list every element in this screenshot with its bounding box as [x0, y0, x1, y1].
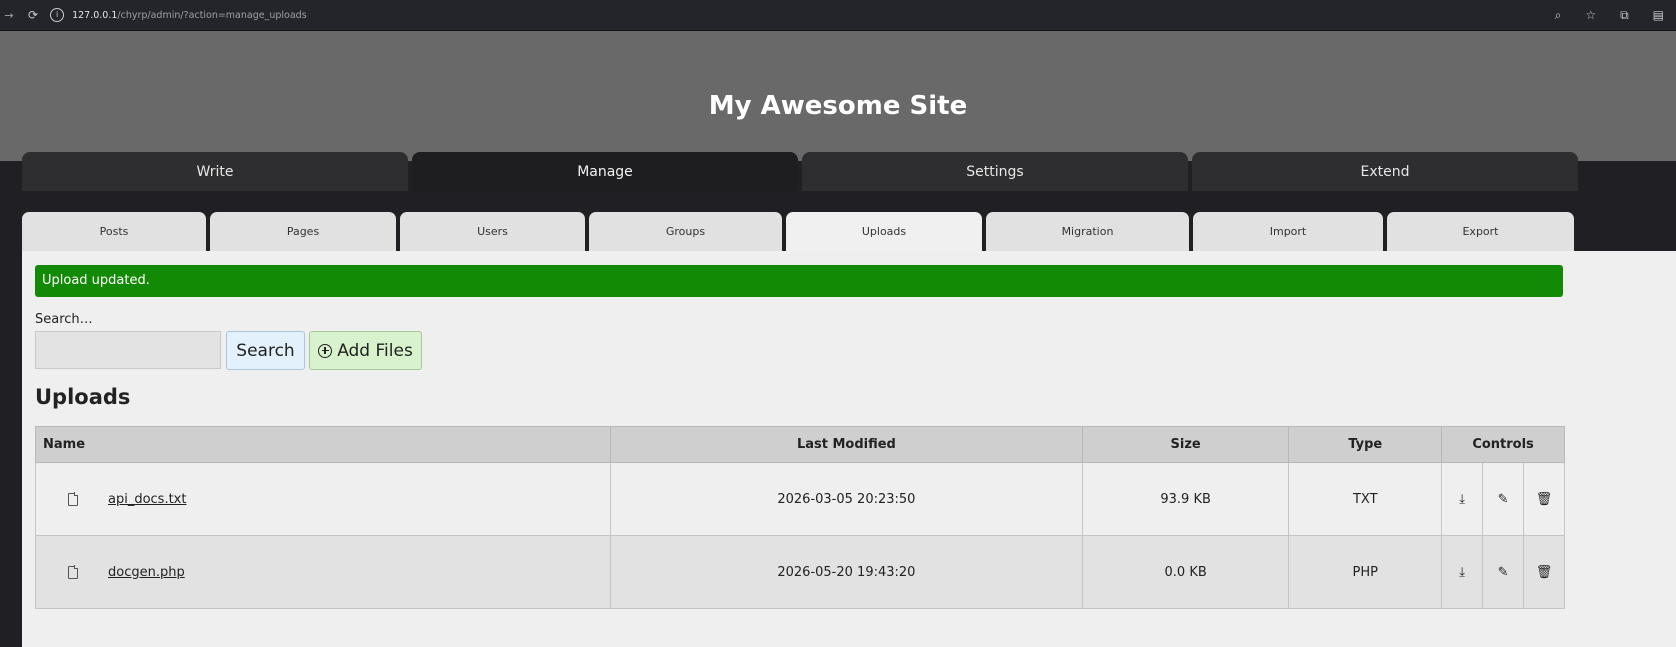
reload-icon[interactable]: ⟳ — [28, 8, 38, 22]
pencil-icon[interactable]: ✎ — [1498, 492, 1509, 507]
table-row: api_docs.txt 2026-03-05 20:23:50 93.9 KB… — [35, 462, 1565, 536]
file-icon — [68, 492, 79, 506]
main-tab-write[interactable]: Write — [22, 152, 408, 191]
edit-control[interactable]: ✎ — [1482, 535, 1524, 609]
edit-control[interactable]: ✎ — [1482, 462, 1524, 536]
search-label: Search… — [35, 312, 93, 327]
modified-cell: 2026-03-05 20:23:50 — [609, 462, 1083, 536]
search-input[interactable] — [35, 331, 221, 369]
column-header-last-modified[interactable]: Last Modified — [609, 426, 1083, 463]
download-icon[interactable]: ⤓ — [1459, 565, 1465, 580]
url-host: 127.0.0.1 — [72, 9, 118, 21]
file-icon — [68, 565, 79, 579]
modified-cell: 2026-05-20 19:43:20 — [609, 535, 1083, 609]
zoom-icon[interactable]: ⌕ — [1555, 8, 1562, 23]
extensions-icon[interactable]: ⧉ — [1620, 8, 1629, 23]
main-tab-settings[interactable]: Settings — [802, 152, 1188, 191]
column-header-size[interactable]: Size — [1081, 426, 1290, 463]
main-tab-extend[interactable]: Extend — [1192, 152, 1578, 191]
search-button[interactable]: Search — [226, 331, 305, 370]
site-info-icon[interactable]: i — [50, 8, 65, 22]
file-link[interactable]: docgen.php — [108, 565, 185, 580]
main-tab-manage[interactable]: Manage — [412, 152, 798, 191]
size-cell: 0.0 KB — [1081, 535, 1290, 609]
sub-nav: Posts Pages Users Groups Uploads Migrati… — [22, 212, 1574, 251]
download-control[interactable]: ⤓ — [1441, 462, 1484, 536]
delete-control[interactable]: 🗑 — [1523, 462, 1565, 536]
name-cell: api_docs.txt — [35, 462, 611, 536]
forward-icon[interactable]: → — [2, 9, 16, 22]
sidebar-icon[interactable]: ▤ — [1653, 8, 1664, 22]
uploads-table: Name Last Modified Size Type Controls ap… — [35, 426, 1565, 609]
size-cell: 93.9 KB — [1081, 462, 1290, 536]
url-path: /chyrp/admin/?action=manage_uploads — [117, 9, 307, 21]
name-cell: docgen.php — [35, 535, 611, 609]
download-control[interactable]: ⤓ — [1441, 535, 1484, 609]
column-header-controls: Controls — [1441, 426, 1565, 463]
sub-tab-uploads[interactable]: Uploads — [786, 212, 982, 251]
download-icon[interactable]: ⤓ — [1459, 492, 1465, 507]
add-files-button[interactable]: Add Files — [309, 331, 422, 370]
sub-tab-groups[interactable]: Groups — [589, 212, 782, 251]
uploads-heading: Uploads — [35, 385, 131, 409]
sub-tab-pages[interactable]: Pages — [210, 212, 396, 251]
type-cell: PHP — [1288, 535, 1443, 609]
browser-toolbar: → ⟳ i 127.0.0.1/chyrp/admin/?action=mana… — [0, 0, 1676, 31]
address-bar[interactable]: 127.0.0.1/chyrp/admin/?action=manage_upl… — [72, 10, 307, 21]
sub-tab-migration[interactable]: Migration — [986, 212, 1189, 251]
flash-message: Upload updated. — [35, 265, 1563, 297]
content-panel: Upload updated. Search… Search Add Files… — [22, 251, 1676, 647]
trash-icon[interactable]: 🗑 — [1536, 565, 1553, 580]
table-header-row: Name Last Modified Size Type Controls — [35, 426, 1565, 463]
sub-tab-users[interactable]: Users — [400, 212, 585, 251]
plus-circle-icon — [318, 343, 333, 358]
sub-tab-posts[interactable]: Posts — [22, 212, 206, 251]
sub-tab-export[interactable]: Export — [1387, 212, 1574, 251]
file-link[interactable]: api_docs.txt — [108, 492, 186, 507]
type-cell: TXT — [1288, 462, 1443, 536]
site-title: My Awesome Site — [708, 91, 968, 121]
bookmark-star-icon[interactable]: ☆ — [1585, 8, 1596, 22]
column-header-type[interactable]: Type — [1288, 426, 1443, 463]
main-nav: Write Manage Settings Extend — [22, 152, 1676, 191]
sub-tab-import[interactable]: Import — [1193, 212, 1383, 251]
pencil-icon[interactable]: ✎ — [1498, 565, 1509, 580]
table-row: docgen.php 2026-05-20 19:43:20 0.0 KB PH… — [35, 535, 1565, 609]
site-header: My Awesome Site Write Manage Settings Ex… — [0, 31, 1676, 191]
column-header-name[interactable]: Name — [35, 426, 611, 463]
delete-control[interactable]: 🗑 — [1523, 535, 1565, 609]
trash-icon[interactable]: 🗑 — [1536, 492, 1553, 507]
